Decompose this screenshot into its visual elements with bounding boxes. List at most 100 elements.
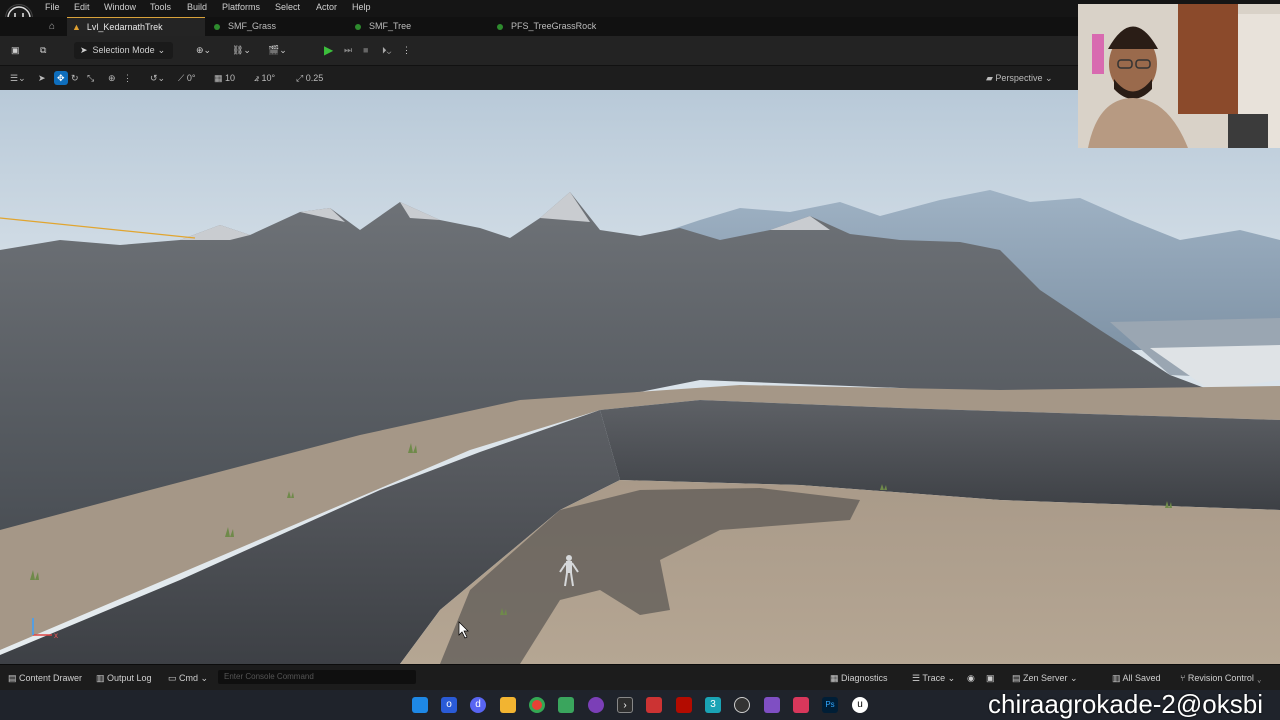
- zen-server-dropdown[interactable]: ▤ Zen Server ⌄: [1012, 672, 1078, 684]
- launch-icon[interactable]: ⏵⌄: [382, 42, 391, 59]
- tab-level[interactable]: ▲ Lvl_KedarnathTrek: [67, 17, 205, 36]
- scale-snap-icon: ⤢: [296, 73, 306, 83]
- log-icon: ▥: [96, 673, 108, 683]
- tab-label: PFS_TreeGrassRock: [511, 21, 597, 31]
- menu-actor[interactable]: Actor: [316, 2, 337, 12]
- chevron-down-icon: ⌄: [1067, 673, 1078, 683]
- rotation-snap-toggle[interactable]: ⟋ 0°: [178, 71, 195, 85]
- obs-icon[interactable]: [734, 697, 750, 713]
- file-explorer-icon[interactable]: [500, 697, 516, 713]
- menu-build[interactable]: Build: [187, 2, 207, 12]
- cmd-label: Cmd: [179, 673, 199, 683]
- home-icon[interactable]: ⌂: [49, 21, 55, 32]
- tab-label: Lvl_KedarnathTrek: [86, 22, 163, 32]
- terminal-icon: ▭: [168, 673, 180, 683]
- chevron-down-icon: ⌄: [945, 673, 956, 683]
- record-icon[interactable]: ◉: [967, 672, 975, 684]
- angle-icon: ⦨: [254, 73, 262, 83]
- save-icon[interactable]: ▣: [11, 42, 20, 59]
- tab-smf-grass[interactable]: SMF_Grass: [214, 17, 344, 36]
- trace-dropdown[interactable]: ☰ Trace ⌄: [912, 672, 955, 684]
- tab-label: SMF_Grass: [228, 21, 277, 31]
- trace-label: Trace: [922, 673, 946, 683]
- chevron-down-icon: ⌄: [1042, 73, 1053, 83]
- surface-snap-icon[interactable]: ↺⌄: [150, 71, 165, 85]
- play-icon[interactable]: ▶: [324, 42, 333, 59]
- windows-start-icon[interactable]: [412, 697, 428, 713]
- content-drawer-button[interactable]: ▤ Content Drawer: [8, 672, 82, 684]
- unreal-engine-icon[interactable]: u: [852, 697, 868, 713]
- stop-icon[interactable]: ■: [363, 42, 368, 59]
- revision-control-dropdown[interactable]: ⑂ Revision Control ⌄: [1180, 672, 1262, 684]
- output-log-button[interactable]: ▥ Output Log: [96, 672, 152, 684]
- add-actor-icon[interactable]: ⊕⌄: [196, 42, 211, 59]
- notepad-icon[interactable]: [558, 697, 574, 713]
- webcam-feed: [1078, 4, 1280, 148]
- viewport-menu-icon[interactable]: ☰⌄: [10, 71, 26, 85]
- terminal-icon[interactable]: ›: [617, 697, 633, 713]
- cmd-dropdown[interactable]: ▭ Cmd ⌄: [168, 672, 208, 684]
- browse-icon[interactable]: ⧉: [40, 42, 46, 59]
- level-viewport[interactable]: x: [0, 90, 1280, 664]
- material-function-icon: [497, 23, 503, 30]
- menu-edit[interactable]: Edit: [74, 2, 90, 12]
- angle-snap-toggle[interactable]: ⦨ 10°: [254, 71, 275, 85]
- select-tool-icon[interactable]: ➤: [38, 71, 46, 85]
- screenshot-icon[interactable]: ▣: [986, 672, 995, 684]
- selection-mode-label: Selection Mode: [92, 45, 155, 55]
- selection-mode-dropdown[interactable]: ➤ Selection Mode ⌄: [74, 42, 174, 59]
- chrome-icon[interactable]: [529, 697, 545, 713]
- photoshop-icon[interactable]: Ps: [822, 697, 838, 713]
- menu-window[interactable]: Window: [104, 2, 136, 12]
- svg-text:x: x: [54, 631, 58, 640]
- github-desktop-icon[interactable]: [588, 697, 604, 713]
- tab-pfs-treegrassrock[interactable]: PFS_TreeGrassRock: [497, 17, 647, 36]
- acrobat-icon[interactable]: [676, 697, 692, 713]
- level-icon: ▲: [72, 22, 81, 32]
- webcam-overlay: [1078, 4, 1280, 148]
- save-status[interactable]: ▥ All Saved: [1112, 672, 1161, 684]
- translate-tool-icon[interactable]: ✥: [54, 71, 68, 85]
- menu-help[interactable]: Help: [352, 2, 371, 12]
- diagnostics-label: Diagnostics: [841, 673, 888, 683]
- app-3d-icon[interactable]: 3: [705, 697, 721, 713]
- server-icon: ▤: [1012, 673, 1024, 683]
- grid-icon: ▦: [214, 73, 226, 83]
- camera-icon: ▰: [986, 73, 996, 83]
- chevron-down-icon: ⌄: [157, 45, 166, 55]
- chevron-down-icon: ⌄: [198, 673, 209, 683]
- media-icon[interactable]: [793, 697, 809, 713]
- tab-smf-tree[interactable]: SMF_Tree: [355, 17, 485, 36]
- diagnostics-button[interactable]: ▦ Diagnostics: [830, 672, 888, 684]
- cinematics-icon[interactable]: 🎬⌄: [268, 42, 287, 59]
- discord-icon[interactable]: d: [470, 697, 486, 713]
- more-icon[interactable]: ⋮: [123, 71, 132, 85]
- perspective-dropdown[interactable]: ▰ Perspective ⌄: [986, 71, 1053, 85]
- menu-select[interactable]: Select: [275, 2, 300, 12]
- scale-snap-toggle[interactable]: ⤢ 0.25: [296, 71, 323, 85]
- more-options-icon[interactable]: ⋮: [402, 42, 411, 59]
- scene-render: x: [0, 90, 1280, 664]
- cursor-icon: ➤: [80, 45, 88, 55]
- saved-icon: ▥: [1112, 673, 1123, 683]
- menu-platforms[interactable]: Platforms: [222, 2, 260, 12]
- rotate-tool-icon[interactable]: ↻: [71, 71, 79, 85]
- menu-file[interactable]: File: [45, 2, 60, 12]
- console-command-input[interactable]: Enter Console Command: [218, 670, 416, 684]
- revision-control-label: Revision Control: [1187, 673, 1254, 683]
- blueprint-icon[interactable]: ⛓⌄: [232, 42, 251, 59]
- grid-snap-toggle[interactable]: ▦ 10: [214, 71, 235, 85]
- skip-icon[interactable]: ⏭: [344, 42, 352, 59]
- snipping-tool-icon[interactable]: [646, 697, 662, 713]
- world-space-icon[interactable]: ⊕: [108, 71, 116, 85]
- upi-id-overlay: chiraagrokade-2@oksbi: [988, 689, 1263, 719]
- scale-snap-value: 0.25: [305, 73, 324, 83]
- material-function-icon: [214, 23, 220, 30]
- material-function-icon: [355, 23, 361, 30]
- scale-tool-icon[interactable]: ⤡: [87, 71, 94, 85]
- chevron-down-icon: ⌄: [1253, 673, 1262, 683]
- tab-label: SMF_Tree: [369, 21, 412, 31]
- outlook-icon[interactable]: o: [441, 697, 457, 713]
- visual-studio-icon[interactable]: [764, 697, 780, 713]
- menu-tools[interactable]: Tools: [150, 2, 171, 12]
